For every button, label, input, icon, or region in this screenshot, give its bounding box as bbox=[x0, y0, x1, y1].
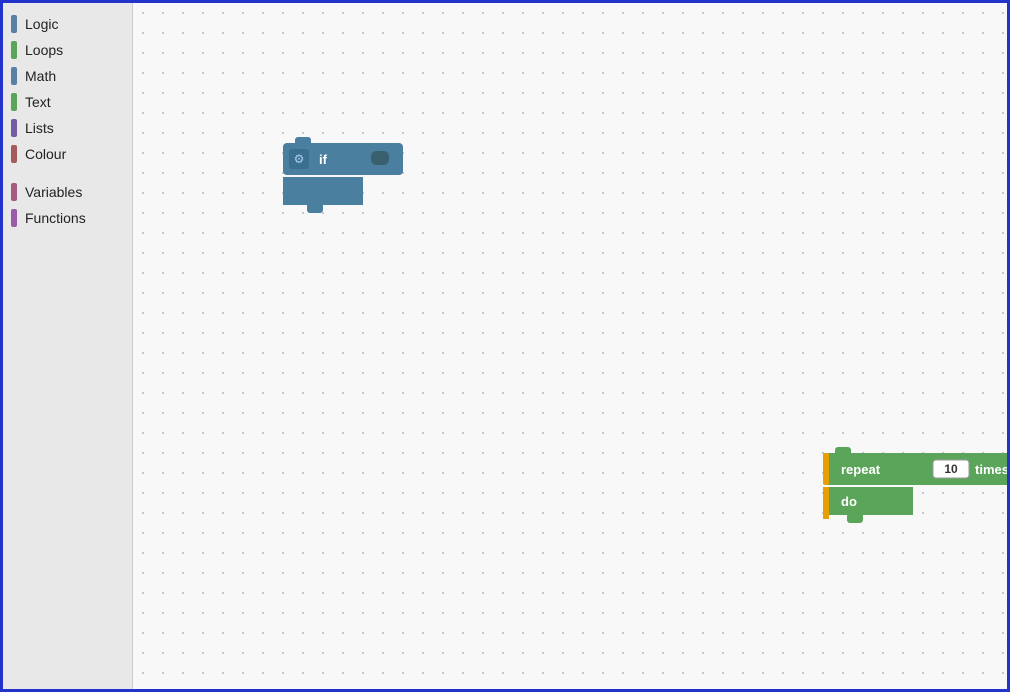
text-color-bar bbox=[11, 93, 17, 111]
svg-text:do: do bbox=[841, 494, 857, 509]
canvas-area[interactable]: ⚙ if 10 repeat times bbox=[133, 3, 1007, 689]
math-color-bar bbox=[11, 67, 17, 85]
sidebar-item-loops[interactable]: Loops bbox=[3, 37, 132, 63]
sidebar-item-label-math: Math bbox=[25, 68, 56, 84]
variables-color-bar bbox=[11, 183, 17, 201]
logic-color-bar bbox=[11, 15, 17, 33]
sidebar-item-variables[interactable]: Variables bbox=[3, 179, 132, 205]
svg-text:if: if bbox=[319, 152, 328, 167]
loops-color-bar bbox=[11, 41, 17, 59]
svg-text:⚙: ⚙ bbox=[294, 152, 305, 166]
sidebar-item-colour[interactable]: Colour bbox=[3, 141, 132, 167]
sidebar-item-label-logic: Logic bbox=[25, 16, 58, 32]
sidebar-item-label-text: Text bbox=[25, 94, 51, 110]
lists-color-bar bbox=[11, 119, 17, 137]
sidebar-item-label-functions: Functions bbox=[25, 210, 86, 226]
if-block[interactable]: ⚙ if bbox=[283, 143, 403, 213]
functions-color-bar bbox=[11, 209, 17, 227]
svg-text:10: 10 bbox=[944, 462, 958, 476]
svg-text:times: times bbox=[975, 462, 1007, 477]
sidebar-item-label-colour: Colour bbox=[25, 146, 66, 162]
svg-text:repeat: repeat bbox=[841, 462, 881, 477]
colour-color-bar bbox=[11, 145, 17, 163]
sidebar-item-label-lists: Lists bbox=[25, 120, 54, 136]
sidebar-item-logic[interactable]: Logic bbox=[3, 11, 132, 37]
sidebar-item-label-loops: Loops bbox=[25, 42, 63, 58]
sidebar-item-functions[interactable]: Functions bbox=[3, 205, 132, 231]
sidebar: Logic Loops Math Text Lists Colour Varia… bbox=[3, 3, 133, 689]
sidebar-item-math[interactable]: Math bbox=[3, 63, 132, 89]
repeat-block[interactable]: 10 repeat times do bbox=[823, 453, 1007, 523]
sidebar-item-text[interactable]: Text bbox=[3, 89, 132, 115]
sidebar-item-lists[interactable]: Lists bbox=[3, 115, 132, 141]
app-container: Logic Loops Math Text Lists Colour Varia… bbox=[0, 0, 1010, 692]
sidebar-item-label-variables: Variables bbox=[25, 184, 82, 200]
